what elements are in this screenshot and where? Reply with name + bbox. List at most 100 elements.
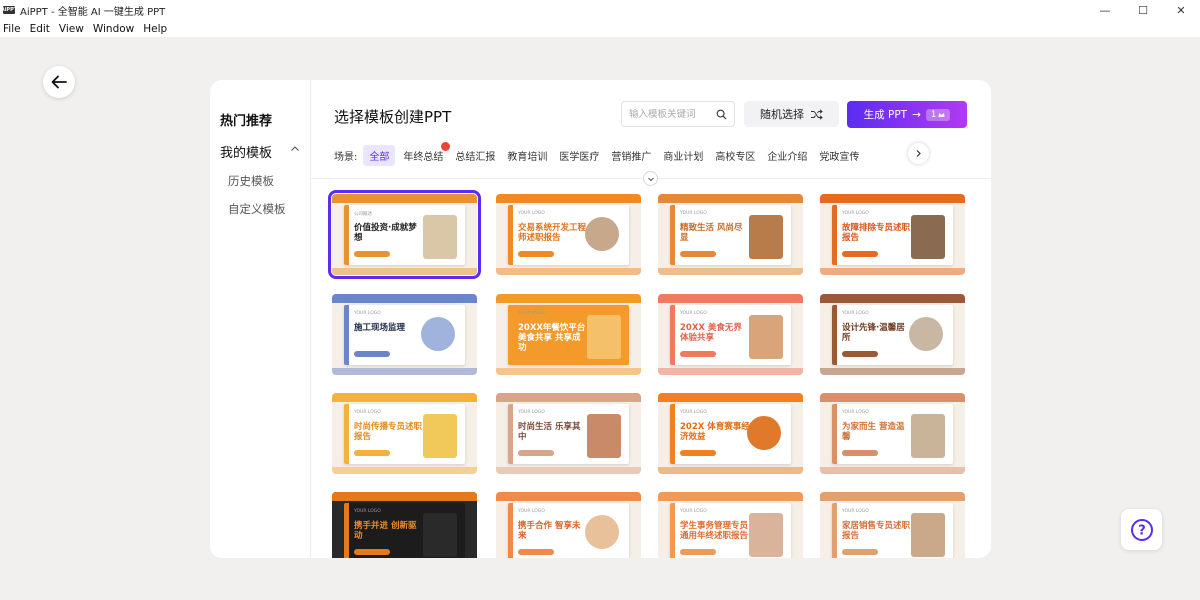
tab-year-end-wrap[interactable]: 年终总结 <box>403 142 451 163</box>
card-pill <box>518 351 554 357</box>
card-headline: 交易系统开发工程师述职报告 <box>518 223 587 243</box>
tab-university[interactable]: 高校专区 <box>715 148 755 163</box>
chevron-up-icon[interactable] <box>290 144 300 154</box>
card-footer <box>820 368 965 375</box>
template-card[interactable]: YOUR LOGO 携手并进 创新驱动 <box>332 492 477 558</box>
generate-ppt-button[interactable]: 生成 PPT → 1 <box>847 101 967 128</box>
tab-medical[interactable]: 医学医疗 <box>559 148 599 163</box>
menu-window[interactable]: Window <box>93 23 134 35</box>
random-select-button[interactable]: 随机选择 <box>744 101 839 127</box>
template-card[interactable]: YOUR LOGO 故障排除专员述职报告 <box>820 194 965 275</box>
card-pill <box>680 351 716 357</box>
close-button[interactable]: ✕ <box>1162 0 1200 20</box>
card-stripe <box>670 205 675 265</box>
credit-badge: 1 <box>925 108 951 121</box>
template-card[interactable]: YOUR LOGO 时尚传播专员述职报告 <box>332 393 477 474</box>
arrow-right-icon: → <box>912 108 921 121</box>
sidebar-item-custom[interactable]: 自定义模板 <box>228 201 286 217</box>
tab-summary[interactable]: 总结汇报 <box>455 148 495 163</box>
generate-ppt-label: 生成 PPT <box>863 109 908 121</box>
card-slide: YOUR LOGO 20XX 美食无界 体验共享 <box>670 305 791 365</box>
chevron-right-icon <box>916 150 921 157</box>
template-card[interactable]: YOUR LOGO 20XX年餐饮平台 美食共享 共享成功 <box>496 294 641 375</box>
tabs-scroll-right-button[interactable] <box>908 143 929 164</box>
tab-company-intro[interactable]: 企业介绍 <box>767 148 807 163</box>
card-photo <box>585 217 619 251</box>
card-headline: 故障排除专员述职报告 <box>842 223 911 243</box>
card-slide: YOUR LOGO 202X 体育赛事经济效益 <box>670 404 791 464</box>
template-card[interactable]: YOUR LOGO 为家而生 营造温馨 <box>820 393 965 474</box>
search-icon[interactable] <box>716 109 727 120</box>
search-input[interactable] <box>629 108 713 120</box>
back-button[interactable] <box>43 66 75 98</box>
sidebar-item-hot[interactable]: 热门推荐 <box>220 110 272 129</box>
card-photo <box>909 317 943 351</box>
menu-edit[interactable]: Edit <box>30 23 50 35</box>
card-footer <box>332 467 477 474</box>
card-headline: 家居销售专员述职报告 <box>842 521 911 541</box>
card-stripe <box>670 404 675 464</box>
template-card[interactable]: YOUR LOGO 施工现场监理 <box>332 294 477 375</box>
template-card[interactable]: YOUR LOGO 携手合作 智享未来 <box>496 492 641 558</box>
card-footer <box>658 467 803 474</box>
card-pill <box>680 450 716 456</box>
card-pill <box>842 251 878 257</box>
tab-business-plan[interactable]: 商业计划 <box>663 148 703 163</box>
card-band <box>658 294 803 303</box>
tab-party[interactable]: 党政宣传 <box>819 148 859 163</box>
template-card[interactable]: YOUR LOGO 202X 体育赛事经济效益 <box>658 393 803 474</box>
card-logo: YOUR LOGO <box>354 311 381 316</box>
card-slide: YOUR LOGO 故障排除专员述职报告 <box>832 205 953 265</box>
template-card[interactable]: YOUR LOGO 家居销售专员述职报告 <box>820 492 965 558</box>
card-headline: 时尚生活 乐享其中 <box>518 422 581 442</box>
card-headline: 20XX 美食无界 体验共享 <box>680 323 742 343</box>
card-pill <box>354 549 390 555</box>
card-band <box>496 194 641 203</box>
card-stripe <box>832 205 837 265</box>
tab-all[interactable]: 全部 <box>363 145 396 166</box>
card-headline: 携手合作 智享未来 <box>518 521 581 541</box>
help-button[interactable]: ? <box>1121 509 1162 550</box>
minimize-button[interactable]: — <box>1086 0 1124 20</box>
card-logo: YOUR LOGO <box>518 410 545 415</box>
sidebar-item-mine[interactable]: 我的模板 <box>220 142 272 161</box>
menu-view[interactable]: View <box>59 23 84 35</box>
tab-year-end: 年终总结 <box>403 152 444 163</box>
card-footer <box>332 268 477 275</box>
app-logo-text: AiPPT <box>0 7 18 13</box>
scene-tabs: 场景: 全部 年终总结 总结汇报 教育培训 医学医疗 营销推广 商业计划 高校专… <box>334 142 871 166</box>
card-footer <box>658 268 803 275</box>
template-card[interactable]: YOUR LOGO 交易系统开发工程师述职报告 <box>496 194 641 275</box>
card-photo <box>749 215 783 259</box>
card-stripe <box>832 305 837 365</box>
template-card[interactable]: YOUR LOGO 20XX 美食无界 体验共享 <box>658 294 803 375</box>
card-footer <box>820 467 965 474</box>
template-card[interactable]: 公司概述 价值投资·成就梦想 <box>328 190 481 279</box>
tab-marketing[interactable]: 营销推广 <box>611 148 651 163</box>
card-stripe <box>832 503 837 558</box>
card-band <box>332 492 477 501</box>
card-footer <box>496 368 641 375</box>
crown-icon <box>938 113 945 117</box>
template-card[interactable]: YOUR LOGO 精致生活 风尚尽显 <box>658 194 803 275</box>
template-panel: 热门推荐 我的模板 历史模板 自定义模板 选择模板创建PPT 随机选择 生成 P… <box>210 80 991 558</box>
scene-label: 场景: <box>334 152 358 163</box>
svg-text:?: ? <box>1138 523 1146 538</box>
card-stripe <box>508 503 513 558</box>
card-slide: 公司概述 价值投资·成就梦想 <box>344 205 465 265</box>
template-card[interactable]: YOUR LOGO 时尚生活 乐享其中 <box>496 393 641 474</box>
card-logo: YOUR LOGO <box>680 410 707 415</box>
maximize-button[interactable]: ☐ <box>1124 0 1162 20</box>
template-card[interactable]: YOUR LOGO 设计先锋·温馨居所 <box>820 294 965 375</box>
card-photo <box>587 315 621 359</box>
menu-file[interactable]: File <box>3 23 21 35</box>
card-headline: 携手并进 创新驱动 <box>354 521 417 541</box>
tab-education[interactable]: 教育培训 <box>507 148 547 163</box>
sidebar-item-history[interactable]: 历史模板 <box>228 173 274 189</box>
card-photo <box>423 215 457 259</box>
menu-help[interactable]: Help <box>143 23 167 35</box>
card-pill <box>518 450 554 456</box>
template-card[interactable]: YOUR LOGO 学生事务管理专员 通用年终述职报告 <box>658 492 803 558</box>
card-photo <box>911 513 945 557</box>
card-headline: 时尚传播专员述职报告 <box>354 422 423 442</box>
